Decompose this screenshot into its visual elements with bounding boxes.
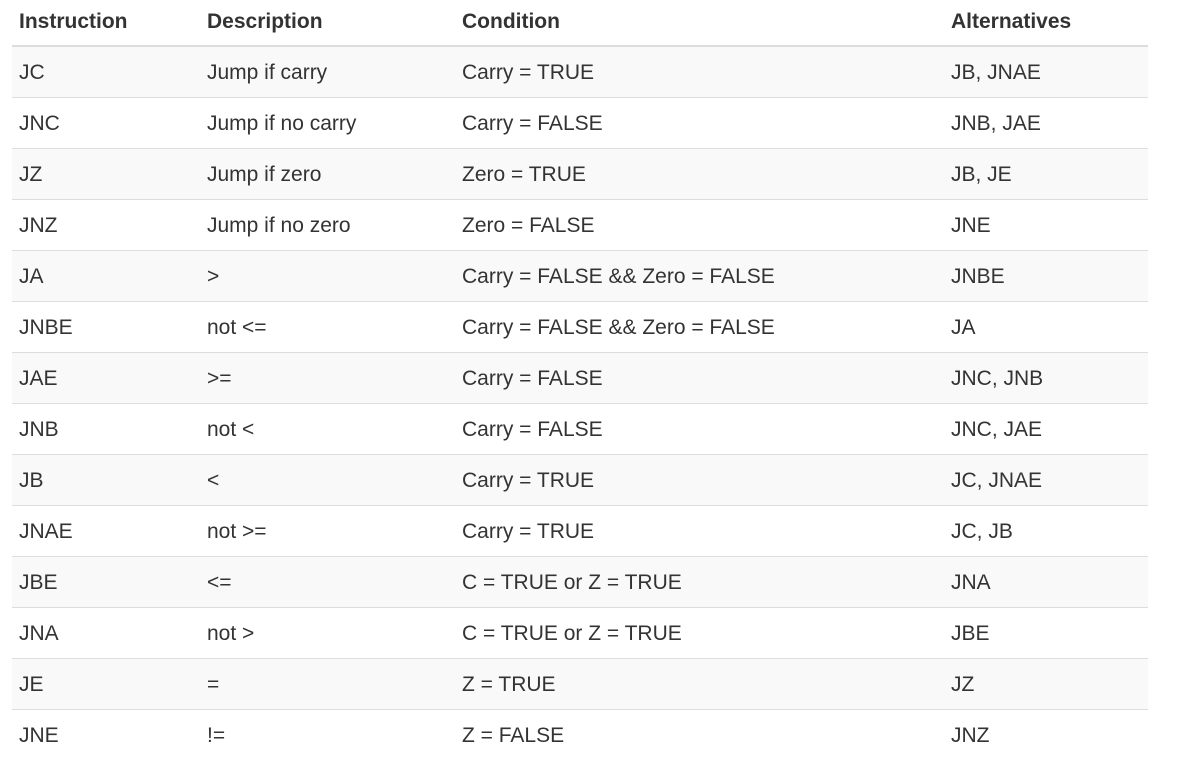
description-cell: != [200, 710, 455, 760]
condition-cell: Carry = TRUE [455, 455, 944, 506]
alternatives-cell: JNZ [944, 710, 1148, 760]
instruction-cell: JA [12, 251, 200, 302]
description-cell: <= [200, 557, 455, 608]
alternatives-cell: JNE [944, 200, 1148, 251]
instruction-cell: JAE [12, 353, 200, 404]
instruction-cell: JNE [12, 710, 200, 760]
instruction-cell: JB [12, 455, 200, 506]
condition-cell: Carry = FALSE && Zero = FALSE [455, 302, 944, 353]
description-cell: not < [200, 404, 455, 455]
instruction-cell: JNZ [12, 200, 200, 251]
table-row: JZJump if zeroZero = TRUEJB, JE [12, 149, 1148, 200]
instruction-cell: JBE [12, 557, 200, 608]
table-row: JNE!=Z = FALSEJNZ [12, 710, 1148, 760]
table-row: JAE>=Carry = FALSEJNC, JNB [12, 353, 1148, 404]
table-row: JNBEnot <=Carry = FALSE && Zero = FALSEJ… [12, 302, 1148, 353]
table-row: JBE<=C = TRUE or Z = TRUEJNA [12, 557, 1148, 608]
table-row: JA>Carry = FALSE && Zero = FALSEJNBE [12, 251, 1148, 302]
instruction-cell: JNBE [12, 302, 200, 353]
description-cell: Jump if zero [200, 149, 455, 200]
table-row: JNZJump if no zeroZero = FALSEJNE [12, 200, 1148, 251]
jump-instructions-table: Instruction Description Condition Altern… [12, 0, 1148, 760]
alternatives-cell: JC, JB [944, 506, 1148, 557]
alternatives-cell: JBE [944, 608, 1148, 659]
condition-cell: Carry = TRUE [455, 46, 944, 98]
description-cell: Jump if carry [200, 46, 455, 98]
table-row: JB<Carry = TRUEJC, JNAE [12, 455, 1148, 506]
description-cell: not >= [200, 506, 455, 557]
condition-cell: Zero = TRUE [455, 149, 944, 200]
instruction-cell: JNA [12, 608, 200, 659]
instruction-cell: JNB [12, 404, 200, 455]
alternatives-cell: JNA [944, 557, 1148, 608]
description-cell: > [200, 251, 455, 302]
condition-cell: Zero = FALSE [455, 200, 944, 251]
instruction-cell: JE [12, 659, 200, 710]
table-row: JE=Z = TRUEJZ [12, 659, 1148, 710]
condition-cell: Carry = FALSE && Zero = FALSE [455, 251, 944, 302]
condition-cell: Carry = FALSE [455, 404, 944, 455]
header-row: Instruction Description Condition Altern… [12, 0, 1148, 46]
condition-cell: C = TRUE or Z = TRUE [455, 557, 944, 608]
alternatives-cell: JNB, JAE [944, 98, 1148, 149]
description-cell: not <= [200, 302, 455, 353]
jump-instructions-table-container: Instruction Description Condition Altern… [12, 0, 1148, 760]
alternatives-cell: JZ [944, 659, 1148, 710]
alternatives-cell: JNC, JNB [944, 353, 1148, 404]
table-row: JNBnot <Carry = FALSEJNC, JAE [12, 404, 1148, 455]
table-header: Instruction Description Condition Altern… [12, 0, 1148, 46]
description-cell: = [200, 659, 455, 710]
alternatives-cell: JNC, JAE [944, 404, 1148, 455]
instruction-cell: JNAE [12, 506, 200, 557]
table-row: JCJump if carryCarry = TRUEJB, JNAE [12, 46, 1148, 98]
header-condition: Condition [455, 0, 944, 46]
description-cell: < [200, 455, 455, 506]
instruction-cell: JZ [12, 149, 200, 200]
condition-cell: Carry = FALSE [455, 353, 944, 404]
condition-cell: Z = TRUE [455, 659, 944, 710]
description-cell: >= [200, 353, 455, 404]
instruction-cell: JNC [12, 98, 200, 149]
header-alternatives: Alternatives [944, 0, 1148, 46]
description-cell: Jump if no zero [200, 200, 455, 251]
alternatives-cell: JNBE [944, 251, 1148, 302]
alternatives-cell: JA [944, 302, 1148, 353]
condition-cell: Z = FALSE [455, 710, 944, 760]
instruction-cell: JC [12, 46, 200, 98]
table-row: JNAnot >C = TRUE or Z = TRUEJBE [12, 608, 1148, 659]
alternatives-cell: JB, JNAE [944, 46, 1148, 98]
table-body: JCJump if carryCarry = TRUEJB, JNAEJNCJu… [12, 46, 1148, 760]
alternatives-cell: JC, JNAE [944, 455, 1148, 506]
alternatives-cell: JB, JE [944, 149, 1148, 200]
condition-cell: Carry = TRUE [455, 506, 944, 557]
condition-cell: Carry = FALSE [455, 98, 944, 149]
table-row: JNCJump if no carryCarry = FALSEJNB, JAE [12, 98, 1148, 149]
description-cell: not > [200, 608, 455, 659]
description-cell: Jump if no carry [200, 98, 455, 149]
table-row: JNAEnot >=Carry = TRUEJC, JB [12, 506, 1148, 557]
condition-cell: C = TRUE or Z = TRUE [455, 608, 944, 659]
header-description: Description [200, 0, 455, 46]
header-instruction: Instruction [12, 0, 200, 46]
